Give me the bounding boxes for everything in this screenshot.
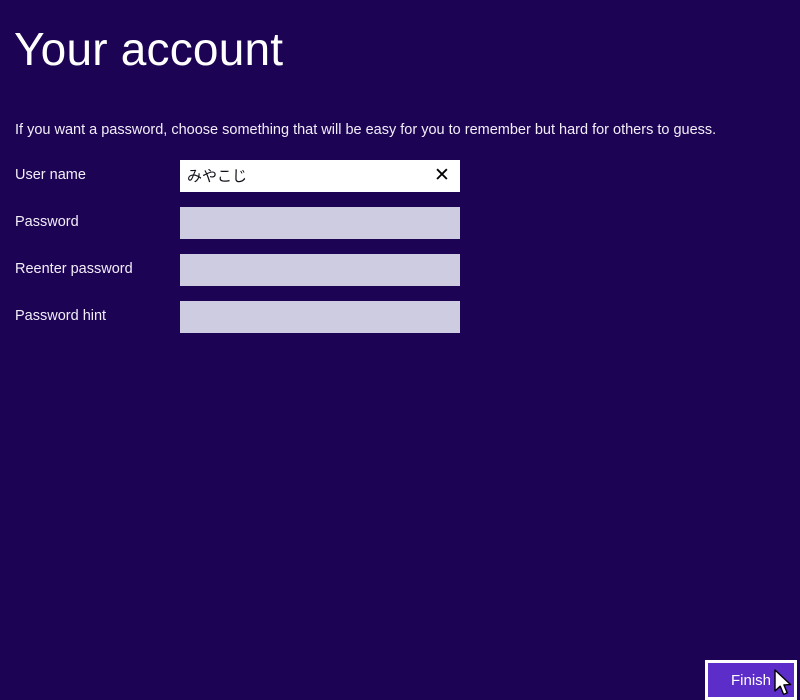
- reenter-password-input[interactable]: [180, 254, 460, 286]
- setup-screen: Your account If you want a password, cho…: [0, 0, 800, 700]
- page-title: Your account: [14, 23, 284, 75]
- password-input[interactable]: [180, 207, 460, 239]
- finish-button[interactable]: Finish: [705, 660, 797, 700]
- form-row: Password: [0, 207, 800, 254]
- password-hint-input[interactable]: [180, 301, 460, 333]
- reenter-password-label: Reenter password: [15, 261, 133, 277]
- page-description: If you want a password, choose something…: [15, 122, 717, 138]
- account-form: User name みやこじ ✕ Password Reenter passwo…: [0, 160, 800, 348]
- clear-icon[interactable]: ✕: [432, 160, 452, 192]
- user-name-input[interactable]: みやこじ ✕: [180, 160, 460, 192]
- user-name-value: みやこじ: [187, 167, 248, 185]
- password-hint-label: Password hint: [15, 308, 107, 324]
- form-row: Reenter password: [0, 254, 800, 301]
- form-row: User name みやこじ ✕: [0, 160, 800, 207]
- form-row: Password hint: [0, 301, 800, 348]
- password-label: Password: [15, 214, 79, 230]
- user-name-label: User name: [15, 167, 86, 183]
